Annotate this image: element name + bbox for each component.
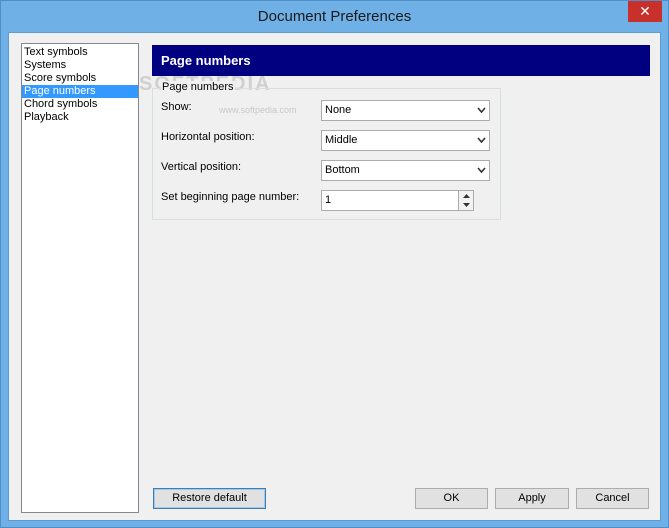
show-select-value: None [325, 104, 352, 116]
close-icon: ✕ [639, 3, 651, 19]
caret-down-icon [462, 203, 470, 207]
beginning-page-number-label: Set beginning page number: [161, 191, 300, 203]
group-label: Page numbers [161, 81, 235, 93]
close-button[interactable]: ✕ [628, 1, 662, 22]
dialog-window: Document Preferences ✕ Text symbols Syst… [0, 0, 669, 528]
category-item-chord-symbols[interactable]: Chord symbols [22, 98, 138, 111]
show-select[interactable]: None [321, 100, 490, 121]
category-item-systems[interactable]: Systems [22, 59, 138, 72]
ok-button[interactable]: OK [415, 488, 488, 509]
category-item-page-numbers[interactable]: Page numbers [22, 85, 138, 98]
category-item-score-symbols[interactable]: Score symbols [22, 72, 138, 85]
chevron-down-icon [477, 167, 486, 174]
chevron-down-icon [477, 107, 486, 114]
vertical-position-select[interactable]: Bottom [321, 160, 490, 181]
stepper-down-button[interactable] [458, 200, 473, 210]
restore-default-button[interactable]: Restore default [153, 488, 266, 509]
show-label: Show: [161, 101, 192, 113]
chevron-down-icon [477, 137, 486, 144]
horizontal-position-label: Horizontal position: [161, 131, 255, 143]
vertical-position-value: Bottom [325, 164, 360, 176]
horizontal-position-value: Middle [325, 134, 358, 146]
category-list[interactable]: Text symbols Systems Score symbols Page … [21, 43, 139, 513]
apply-button[interactable]: Apply [495, 488, 569, 509]
vertical-position-label: Vertical position: [161, 161, 242, 173]
caret-up-icon [462, 193, 470, 198]
dialog-client-area: Text symbols Systems Score symbols Page … [8, 32, 661, 521]
horizontal-position-select[interactable]: Middle [321, 130, 490, 151]
beginning-page-number-stepper[interactable]: 1 [321, 190, 474, 211]
section-banner: Page numbers [152, 45, 650, 76]
title-bar[interactable]: Document Preferences ✕ [1, 1, 668, 32]
category-item-text-symbols[interactable]: Text symbols [22, 46, 138, 59]
window-title: Document Preferences [257, 8, 412, 25]
beginning-page-number-value[interactable]: 1 [325, 191, 331, 210]
cancel-button[interactable]: Cancel [576, 488, 649, 509]
category-item-playback[interactable]: Playback [22, 111, 138, 124]
